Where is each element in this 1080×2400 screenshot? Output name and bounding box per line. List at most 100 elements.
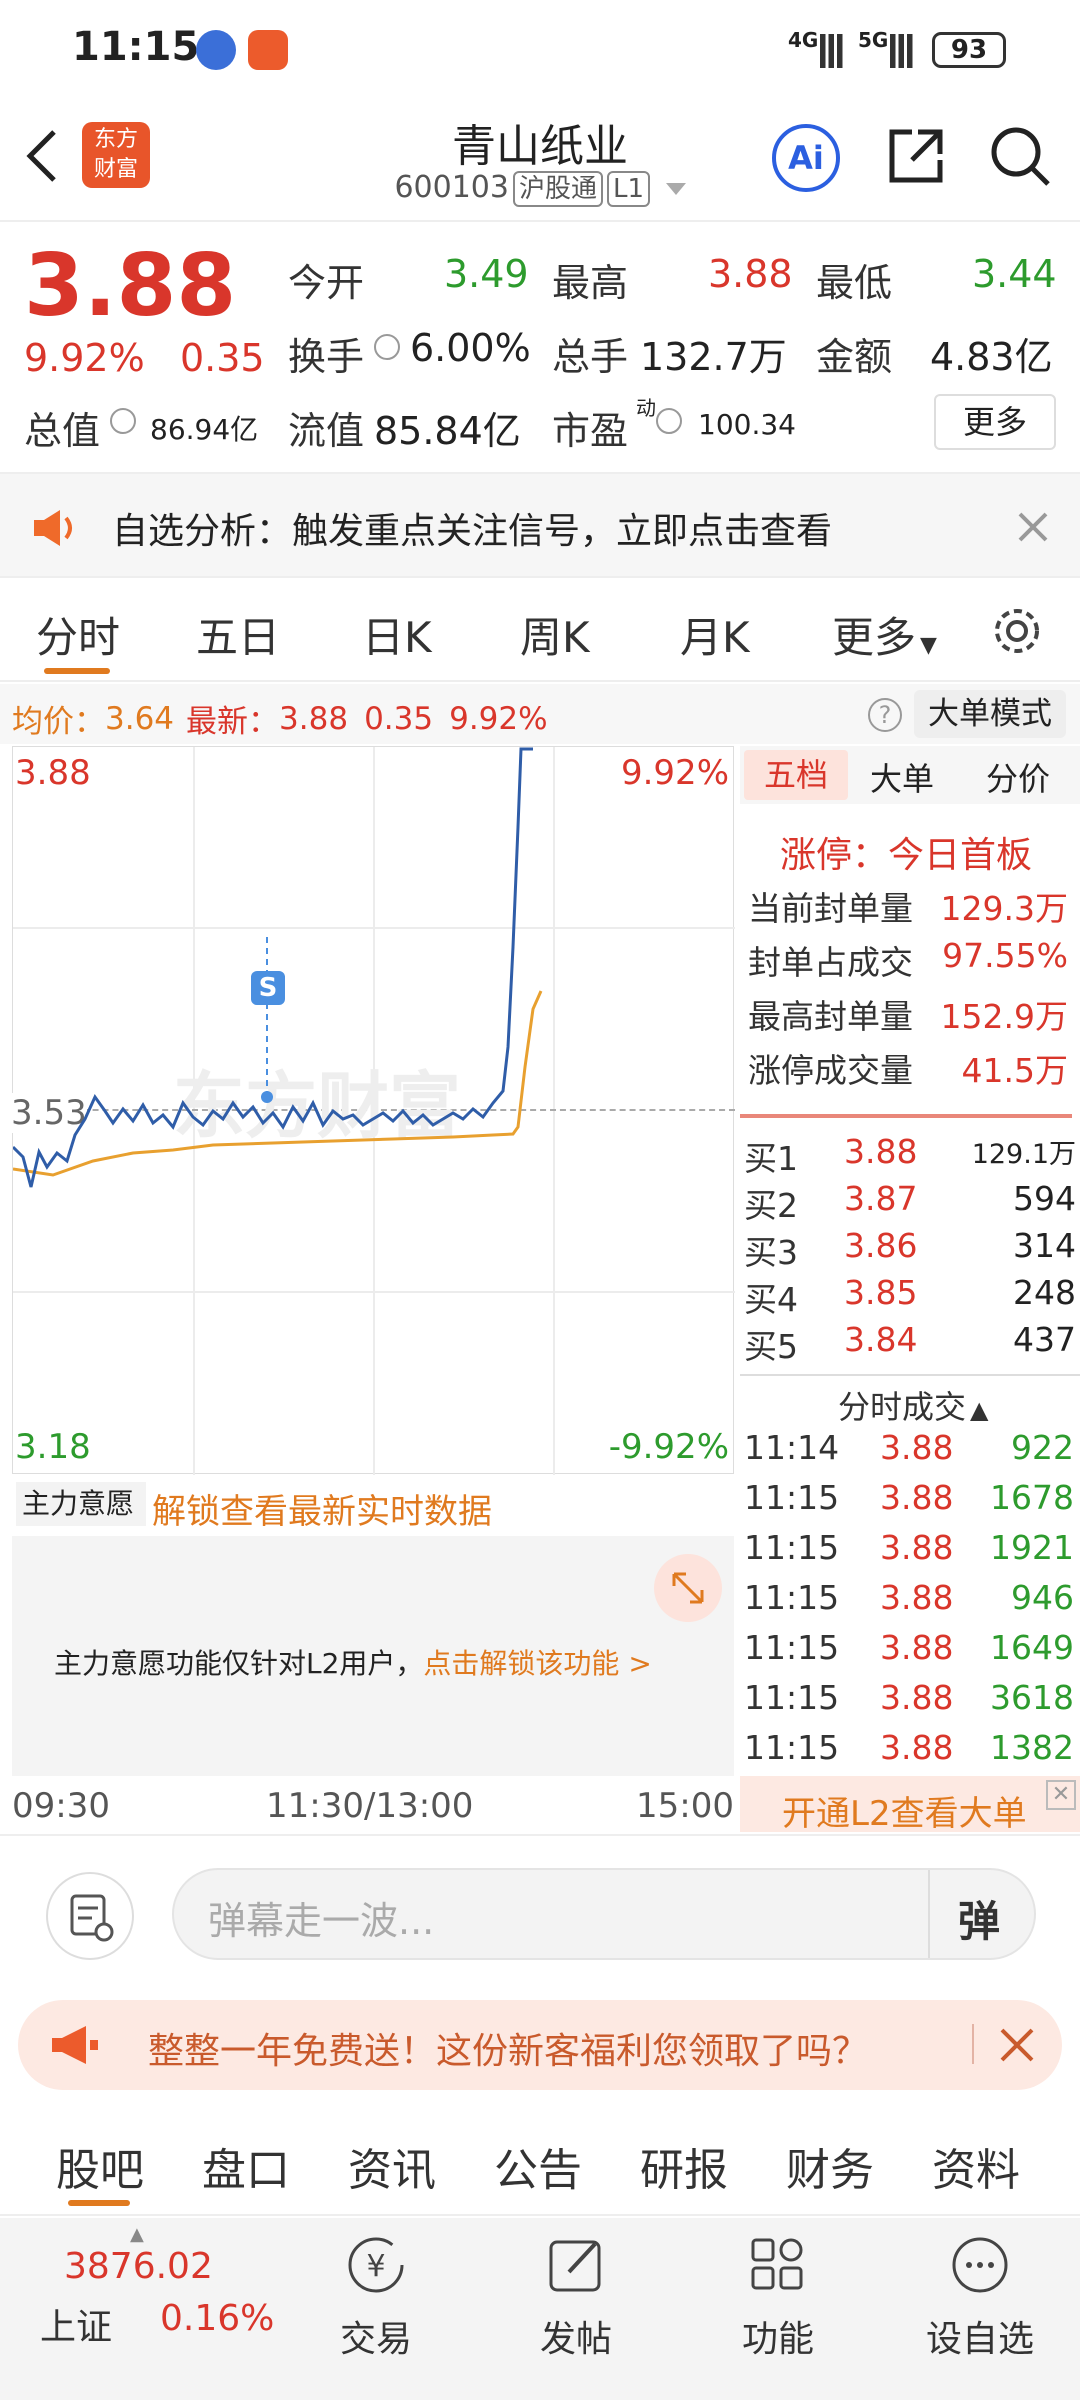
tab-news[interactable]: 资讯	[348, 2134, 436, 2198]
nav-functions[interactable]: 功能	[708, 2230, 848, 2362]
l2-button[interactable]: 开通L2查看大单	[782, 1786, 1027, 1835]
close-icon[interactable]	[998, 2026, 1036, 2064]
time-start: 09:30	[12, 1786, 110, 1826]
close-icon[interactable]	[1016, 510, 1050, 544]
tab-more[interactable]: 更多 ▼	[832, 604, 937, 665]
bid-level-label: 买4	[744, 1280, 798, 1319]
limit-stat-value: 41.5万	[961, 1051, 1068, 1090]
pe-label: 市盈	[552, 409, 629, 453]
tab-more-label: 更多	[832, 613, 917, 662]
trade-price: 3.88	[880, 1578, 954, 1617]
tab-guba[interactable]: 股吧	[56, 2134, 144, 2198]
danmu-placeholder: 弹幕走一波...	[208, 1899, 435, 1943]
tab-five-levels[interactable]: 五档	[744, 750, 848, 800]
trade-price: 3.88	[880, 1428, 954, 1467]
trade-time: 11:15	[744, 1478, 840, 1517]
bottom-nav: ▲ 3876.02 上证 0.16% ¥ 交易 发帖 功能 设自选	[0, 2218, 1080, 2400]
big-order-mode-button[interactable]: 大单模式	[914, 690, 1066, 738]
bid-volume: 314	[1013, 1226, 1076, 1265]
time-mid: 11:30/13:00	[266, 1786, 474, 1826]
amount-label: 金额	[816, 335, 893, 379]
help-icon[interactable]: ?	[868, 698, 902, 732]
change-percent: 9.92%	[24, 336, 145, 380]
trade-volume: 1649	[990, 1628, 1074, 1667]
limit-stat-value: 152.9万	[940, 997, 1068, 1036]
close-icon[interactable]: ✕	[1046, 1780, 1076, 1810]
limit-stat-label: 封单占成交	[748, 943, 913, 982]
expand-icon[interactable]	[654, 1554, 722, 1622]
trade-volume: 946	[1011, 1578, 1074, 1617]
trades-title-label: 分时成交	[838, 1388, 967, 1426]
more-button[interactable]: 更多	[934, 394, 1056, 450]
amount-value: 4.83亿	[930, 335, 1053, 379]
trade-volume: 1921	[990, 1528, 1074, 1567]
bid-level-label: 买2	[744, 1186, 798, 1225]
float-label: 流值	[288, 409, 365, 453]
nav-trade[interactable]: ¥ 交易	[306, 2230, 446, 2362]
trade-icon: ¥	[348, 2237, 404, 2293]
divider	[972, 2024, 974, 2064]
ai-button[interactable]: Ai	[772, 124, 840, 192]
settings-icon[interactable]	[990, 604, 1044, 658]
nav-add-watchlist[interactable]: 设自选	[910, 2230, 1050, 2362]
bid-price: 3.88	[844, 1132, 918, 1171]
info-icon[interactable]	[656, 408, 682, 434]
tab-monthly-k[interactable]: 月K	[680, 604, 750, 665]
level-tag: L1	[606, 171, 651, 207]
bid-volume: 437	[1013, 1320, 1076, 1359]
dropdown-icon	[665, 182, 686, 195]
content-tabs: 股吧 盘口 资讯 公告 研报 财务 资料	[0, 2110, 1080, 2216]
sort-up-icon: ▲	[970, 1396, 989, 1424]
sell-signal-marker[interactable]: S	[251, 971, 285, 1005]
tab-intraday[interactable]: 分时	[36, 604, 120, 665]
tab-profile[interactable]: 资料	[932, 2134, 1020, 2198]
latest-change: 0.35	[364, 700, 434, 737]
tab-finance[interactable]: 财务	[786, 2134, 874, 2198]
intraday-chart[interactable]: 东方财富 3.88 3.53 3.18 9.92% -9.92% S	[11, 746, 735, 1475]
collapse-icon[interactable]: ▲	[130, 2224, 144, 2245]
float-value: 85.84亿	[374, 409, 521, 453]
marker-dot	[261, 1091, 273, 1103]
nav-post[interactable]: 发帖	[506, 2230, 646, 2362]
bid-level-label: 买5	[744, 1327, 798, 1366]
unlock-feature-link[interactable]: 点击解锁该功能 >	[423, 1647, 651, 1680]
info-icon[interactable]	[110, 408, 136, 434]
active-tab-indicator	[68, 2200, 130, 2206]
limit-stat-value: 97.55%	[942, 936, 1068, 975]
indicator-select[interactable]: 主力意愿▼	[16, 1482, 146, 1562]
unlock-link[interactable]: 解锁查看最新实时数据	[152, 1484, 492, 1533]
turnover-label: 换手	[288, 335, 365, 379]
nav-add-watchlist-label: 设自选	[925, 2319, 1034, 2360]
tab-research[interactable]: 研报	[640, 2134, 728, 2198]
notice-bar[interactable]: 自选分析：触发重点关注信号，立即点击查看	[0, 472, 1080, 578]
tab-weekly-k[interactable]: 周K	[520, 604, 590, 665]
trade-price: 3.88	[880, 1528, 954, 1567]
volume-label: 总手	[552, 335, 629, 379]
market-tag: 沪股通	[512, 171, 603, 207]
price-summary-bar: 均价： 3.64 最新： 3.88 0.35 9.92% ? 大单模式	[0, 684, 1080, 744]
danmu-input[interactable]: 弹幕走一波... 弹	[172, 1868, 1036, 1960]
index-pct[interactable]: 0.16%	[160, 2298, 274, 2339]
note-icon[interactable]	[46, 1872, 134, 1960]
info-icon[interactable]	[374, 334, 400, 360]
tab-five-day[interactable]: 五日	[196, 604, 280, 665]
period-tabs: 分时 五日 日K 周K 月K 更多 ▼	[0, 580, 1080, 682]
high-label: 最高	[552, 261, 629, 305]
limit-stat-label: 最高封单量	[748, 997, 913, 1036]
tab-announcements[interactable]: 公告	[494, 2134, 582, 2198]
tab-daily-k[interactable]: 日K	[362, 604, 432, 665]
tab-big-order[interactable]: 大单	[870, 754, 934, 800]
trade-time: 11:15	[744, 1728, 840, 1767]
share-icon[interactable]	[884, 124, 948, 188]
danmu-toggle-button[interactable]: 弹	[958, 1888, 1000, 1949]
limit-stat-label: 当前封单量	[748, 889, 913, 928]
index-name[interactable]: 上证	[40, 2298, 112, 2350]
tab-pankou[interactable]: 盘口	[202, 2134, 290, 2198]
index-value[interactable]: 3876.02	[64, 2246, 213, 2287]
volume-value: 132.7万	[640, 335, 787, 379]
tab-price-distribution[interactable]: 分价	[986, 754, 1050, 800]
search-icon[interactable]	[986, 122, 1054, 190]
promo-banner[interactable]: 整整一年免费送！这份新客福利您领取了吗？	[18, 2000, 1062, 2090]
mktcap-label: 总值	[24, 409, 101, 453]
danmu-bar: 弹幕走一波... 弹	[0, 1834, 1080, 1994]
